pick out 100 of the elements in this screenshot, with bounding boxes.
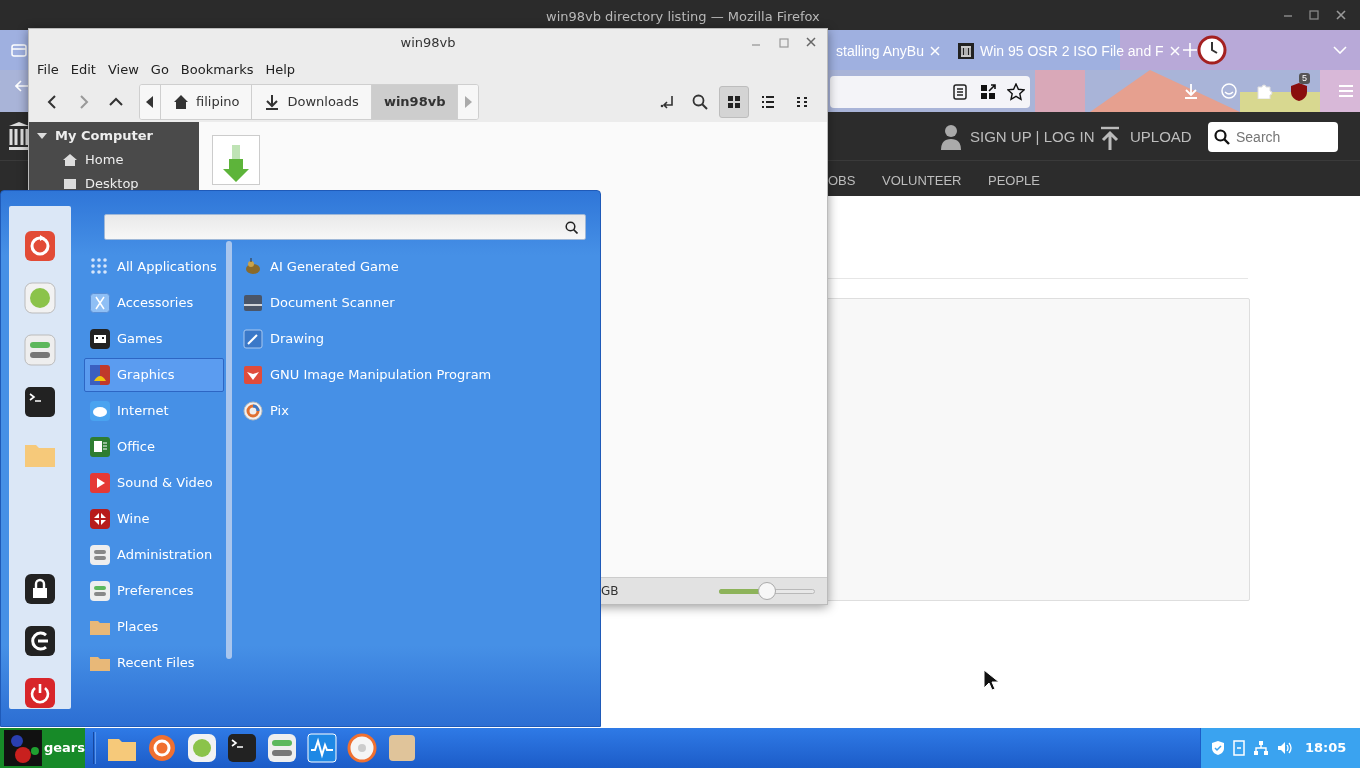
puzzle-icon[interactable] [1256, 81, 1274, 99]
disc-icon[interactable] [346, 732, 378, 764]
diamond-icon [90, 509, 110, 529]
expander-icon[interactable] [37, 130, 47, 141]
list-icon [760, 94, 776, 110]
tab-icon[interactable] [11, 43, 27, 57]
start-button[interactable]: gears [0, 728, 85, 768]
address-bar[interactable] [830, 76, 1030, 108]
menu-item[interactable]: File [31, 56, 65, 82]
pencil-icon [243, 329, 263, 349]
maximize-icon[interactable] [1309, 10, 1319, 20]
smiley-icon[interactable] [1221, 83, 1237, 99]
category-item[interactable]: Recent Files [84, 646, 224, 680]
desktop-icon [63, 177, 77, 191]
menu-item[interactable]: Help [259, 56, 302, 82]
terminal-icon[interactable] [226, 732, 258, 764]
palette-icon [90, 365, 110, 385]
window-title: win98vb directory listing — Mozilla Firefox [546, 8, 820, 26]
cursor-icon [983, 669, 999, 691]
close-icon[interactable] [1336, 10, 1346, 20]
category-item[interactable]: Games [84, 322, 224, 356]
close-icon[interactable] [806, 37, 816, 47]
app-item[interactable]: Document Scanner [237, 286, 577, 320]
sidebar-heading: My Computer [55, 127, 153, 145]
browser-tab[interactable]: stalling AnyBu [830, 38, 946, 64]
app-item[interactable]: AI Generated Game [237, 250, 577, 284]
category-item[interactable]: Graphics [84, 358, 224, 392]
account-link[interactable]: SIGN UP | LOG IN [970, 126, 1095, 149]
shield-icon[interactable] [1290, 82, 1308, 102]
category-item[interactable]: Sound & Video [84, 466, 224, 500]
upload-link[interactable]: UPLOAD [1130, 126, 1192, 149]
notification-badge: 5 [1299, 73, 1310, 84]
file-download-icon[interactable] [212, 135, 260, 185]
category-item[interactable]: Office [84, 430, 224, 464]
sidebar-item[interactable]: Home [37, 145, 199, 170]
category-item[interactable]: Preferences [84, 574, 224, 608]
browser-tab[interactable]: Win 95 OSR 2 ISO File and F [952, 38, 1186, 64]
toggles-icon [90, 581, 110, 601]
home-icon [63, 153, 77, 167]
category-item[interactable]: Internet [84, 394, 224, 428]
window-title: win98vb [400, 35, 456, 50]
back-arrow-icon[interactable] [15, 80, 29, 92]
shield-icon[interactable] [1211, 740, 1225, 756]
network-icon[interactable] [1253, 740, 1269, 756]
reader-icon[interactable] [953, 84, 967, 100]
menu-item[interactable]: Go [144, 56, 175, 82]
grid-button[interactable] [719, 86, 749, 118]
nav-link[interactable]: PEOPLE [988, 171, 1041, 191]
columns-logo-icon[interactable] [8, 122, 30, 150]
menu-item[interactable]: Edit [64, 56, 102, 82]
search-icon [1214, 129, 1230, 145]
category-item[interactable]: All Applications [84, 250, 224, 284]
cloud-icon [90, 401, 110, 421]
menu-item[interactable]: Bookmarks [174, 56, 260, 82]
chevron-down-icon[interactable] [1333, 46, 1347, 54]
breadcrumb[interactable]: win98vb [371, 85, 459, 119]
play-icon [90, 473, 110, 493]
volume-icon[interactable] [1277, 741, 1293, 755]
dots-grid-icon [90, 257, 110, 277]
nav-link[interactable]: OBS [828, 171, 856, 191]
grid-icon[interactable] [980, 84, 996, 100]
category-item[interactable]: Administration [84, 538, 224, 572]
power-icon[interactable] [24, 677, 56, 709]
lock-icon[interactable] [24, 573, 56, 605]
category-item[interactable]: Places [84, 610, 224, 644]
document-icon[interactable] [1233, 740, 1245, 756]
zoom-slider[interactable] [719, 582, 815, 600]
app-item[interactable]: Pix [237, 394, 577, 428]
box-icon[interactable] [386, 732, 418, 764]
download-icon [264, 94, 281, 110]
terminal-icon[interactable] [24, 386, 56, 418]
upload-icon[interactable] [1100, 126, 1120, 150]
category-item[interactable]: Wine [84, 502, 224, 536]
person-icon[interactable] [941, 124, 961, 150]
triangle-right-icon [464, 96, 473, 108]
home-icon [173, 94, 189, 110]
download-icon[interactable] [1183, 83, 1199, 99]
maximize-icon[interactable] [779, 38, 789, 48]
grid-dots-icon[interactable] [24, 282, 56, 314]
logout-icon[interactable] [24, 625, 56, 657]
scrollbar[interactable] [226, 241, 232, 659]
search-field[interactable] [104, 214, 586, 240]
nav-link[interactable]: VOLUNTEER [882, 171, 962, 191]
return-arrow-icon [660, 94, 676, 110]
scroll-left-button[interactable] [140, 85, 161, 119]
toggles-icon[interactable] [266, 732, 298, 764]
search-field[interactable]: Search [1208, 122, 1338, 152]
scanner-icon [243, 293, 263, 313]
toggles-icon[interactable] [24, 334, 56, 366]
slider-thumb[interactable] [758, 582, 776, 600]
status-text: GB [601, 583, 619, 600]
category-item[interactable]: Accessories [84, 286, 224, 320]
app-item[interactable]: Drawing [237, 322, 577, 356]
star-icon[interactable] [1007, 83, 1025, 101]
app-item[interactable]: GNU Image Manipulation Program [237, 358, 577, 392]
menu-item[interactable]: View [101, 56, 145, 82]
sidebar-item[interactable]: Desktop [37, 169, 199, 194]
grid-dots-icon[interactable] [186, 732, 218, 764]
waveform-icon[interactable] [306, 732, 338, 764]
search-icon [565, 221, 578, 234]
